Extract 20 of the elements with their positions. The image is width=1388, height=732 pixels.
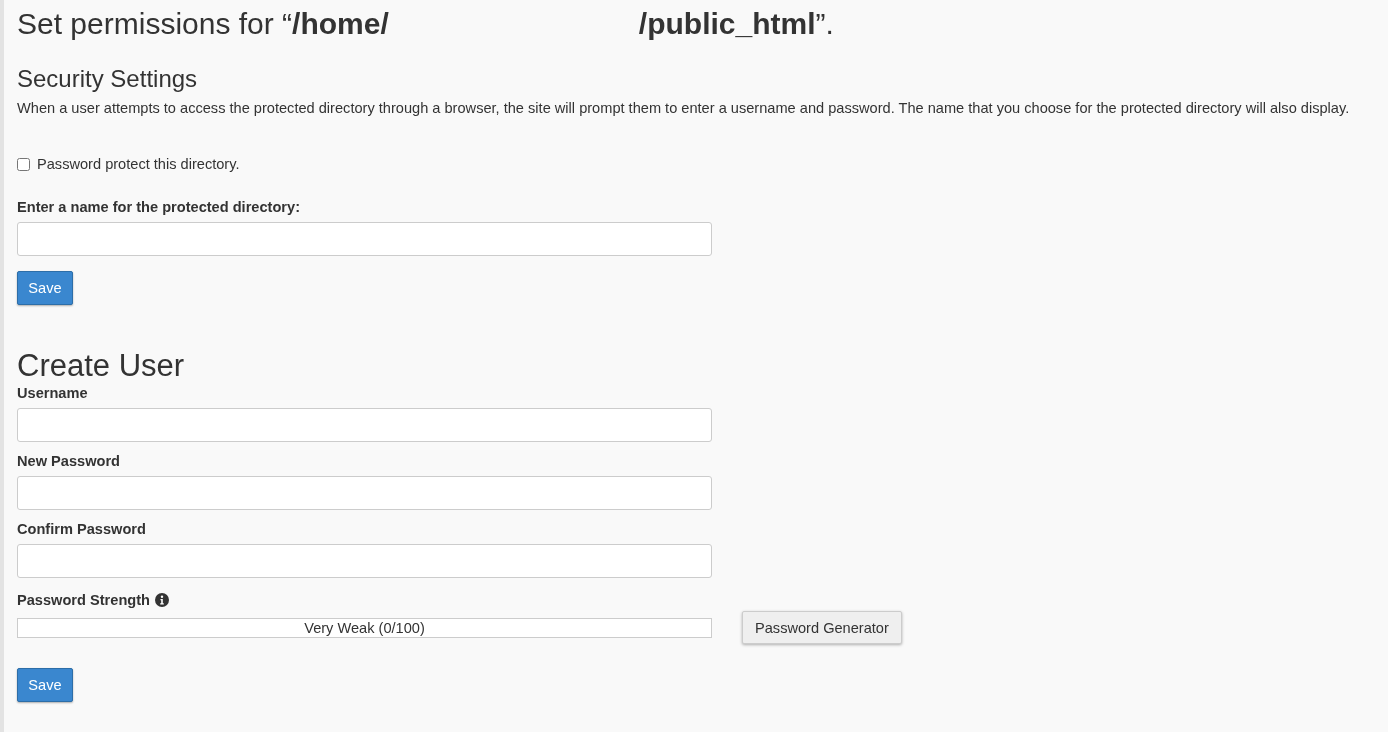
field-label: New Password [17, 452, 120, 470]
page-title: Set permissions for “/home/ /public_html”. [17, 6, 834, 42]
input-field[interactable] [17, 544, 712, 578]
section-description: When a user attempts to access the protected directory through a browser, the site will prompt them to enter a username and password. The name that you choose for the protected directory will also display. [17, 99, 1350, 118]
checkbox[interactable] [17, 157, 30, 171]
info-icon[interactable] [155, 593, 169, 607]
field-label: Confirm Password [17, 520, 146, 538]
field-label: Password Strength [17, 591, 150, 609]
save-button[interactable]: Save [17, 271, 73, 305]
section-heading: Security Settings [17, 64, 198, 94]
section-heading: Create User [17, 348, 185, 384]
strength-reading: Very Weak (0/100) [304, 619, 425, 636]
password-generator-button[interactable]: Password Generator [742, 611, 902, 644]
field-label: Username [17, 384, 88, 402]
checkbox-label: Password protect this directory. [37, 156, 240, 172]
input-field[interactable] [17, 408, 712, 442]
save-button[interactable]: Save [17, 668, 73, 702]
field-label: Enter a name for the protected directory: [17, 198, 301, 216]
input-field[interactable] [17, 476, 712, 510]
input-field[interactable] [17, 222, 712, 256]
